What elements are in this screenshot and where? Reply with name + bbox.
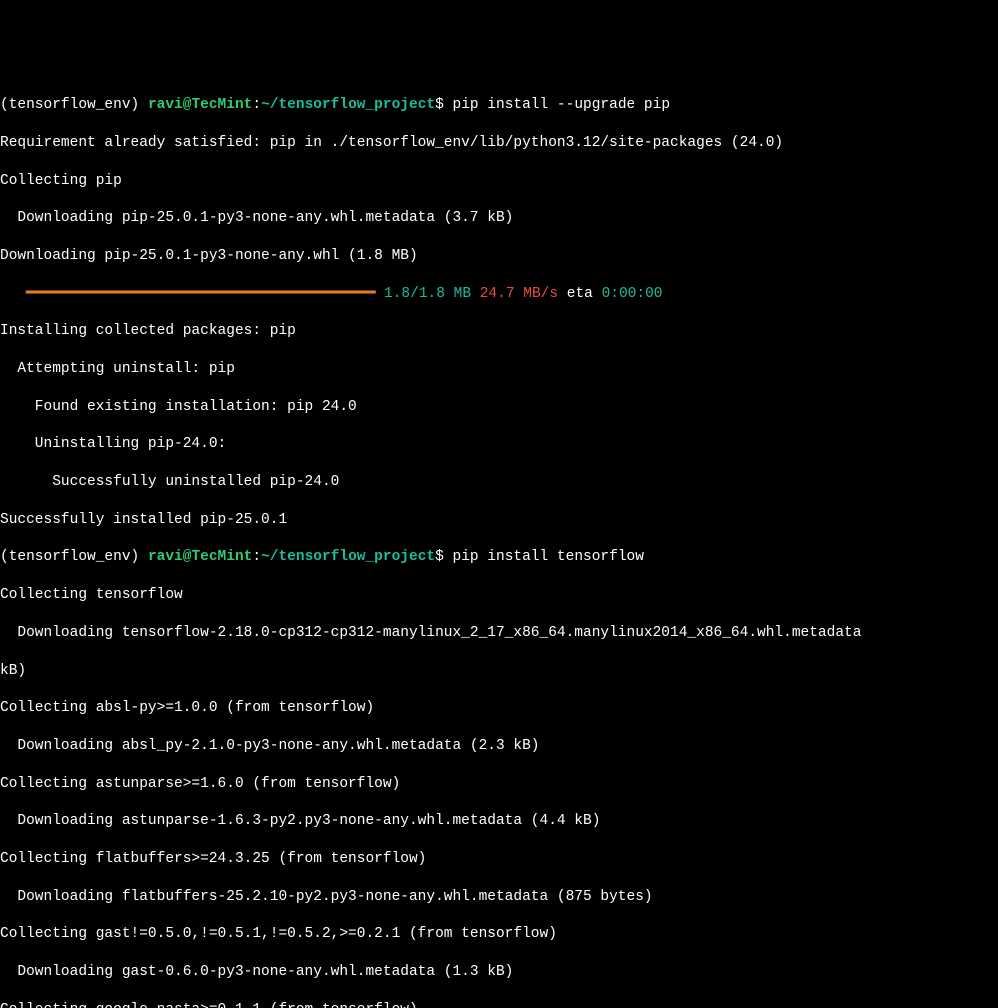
venv-indicator: (tensorflow_env) (0, 549, 148, 565)
output-line: Collecting astunparse>=1.6.0 (from tenso… (0, 775, 998, 794)
output-line: kB) (0, 662, 998, 681)
progress-eta-label: eta (558, 286, 602, 302)
progress-bar-icon: ━━━━━━━━━━━━━━━━━━━━━━━━━━━━━━━━━━━━━━━━ (26, 286, 375, 302)
output-line: Collecting tensorflow (0, 586, 998, 605)
output-line: Installing collected packages: pip (0, 322, 998, 341)
output-line: Collecting pip (0, 172, 998, 191)
command-text: pip install --upgrade pip (444, 97, 670, 113)
prompt-symbol: $ (435, 97, 444, 113)
prompt-line-1[interactable]: (tensorflow_env) ravi@TecMint:~/tensorfl… (0, 96, 998, 115)
colon-sep: : (252, 549, 261, 565)
output-line: Requirement already satisfied: pip in ./… (0, 134, 998, 153)
user-host: ravi@TecMint (148, 97, 252, 113)
progress-line: ━━━━━━━━━━━━━━━━━━━━━━━━━━━━━━━━━━━━━━━━… (0, 285, 998, 304)
progress-size: 1.8/1.8 MB (375, 286, 471, 302)
terminal-output: (tensorflow_env) ravi@TecMint:~/tensorfl… (0, 77, 998, 1008)
output-line: Found existing installation: pip 24.0 (0, 398, 998, 417)
cwd-path: ~/tensorflow_project (261, 549, 435, 565)
progress-pad (0, 286, 26, 302)
output-line: Downloading tensorflow-2.18.0-cp312-cp31… (0, 624, 998, 643)
progress-eta: 0:00:00 (602, 286, 663, 302)
output-line: Downloading pip-25.0.1-py3-none-any.whl.… (0, 209, 998, 228)
cwd-path: ~/tensorflow_project (261, 97, 435, 113)
user-host: ravi@TecMint (148, 549, 252, 565)
output-line: Downloading pip-25.0.1-py3-none-any.whl … (0, 247, 998, 266)
output-line: Collecting absl-py>=1.0.0 (from tensorfl… (0, 699, 998, 718)
output-line: Collecting flatbuffers>=24.3.25 (from te… (0, 850, 998, 869)
output-line: Collecting gast!=0.5.0,!=0.5.1,!=0.5.2,>… (0, 925, 998, 944)
output-line: Downloading flatbuffers-25.2.10-py2.py3-… (0, 888, 998, 907)
output-line: Downloading gast-0.6.0-py3-none-any.whl.… (0, 963, 998, 982)
prompt-symbol: $ (435, 549, 444, 565)
command-text: pip install tensorflow (444, 549, 644, 565)
output-line: Collecting google-pasta>=0.1.1 (from ten… (0, 1001, 998, 1008)
prompt-line-2[interactable]: (tensorflow_env) ravi@TecMint:~/tensorfl… (0, 548, 998, 567)
progress-speed: 24.7 MB/s (471, 286, 558, 302)
output-line: Attempting uninstall: pip (0, 360, 998, 379)
venv-indicator: (tensorflow_env) (0, 97, 148, 113)
output-line: Downloading absl_py-2.1.0-py3-none-any.w… (0, 737, 998, 756)
colon-sep: : (252, 97, 261, 113)
output-line: Successfully installed pip-25.0.1 (0, 511, 998, 530)
output-line: Downloading astunparse-1.6.3-py2.py3-non… (0, 812, 998, 831)
output-line: Successfully uninstalled pip-24.0 (0, 473, 998, 492)
output-line: Uninstalling pip-24.0: (0, 435, 998, 454)
